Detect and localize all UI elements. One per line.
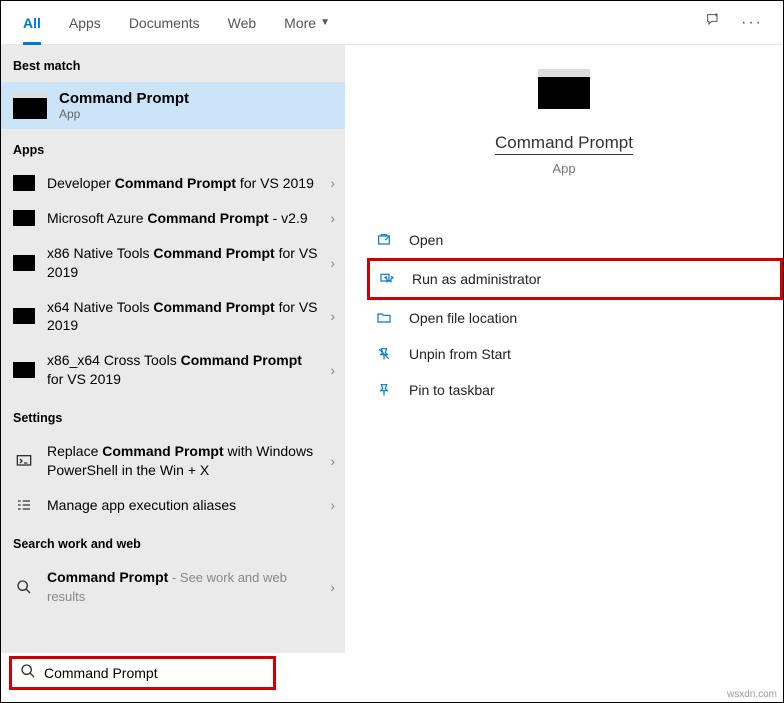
chevron-right-icon[interactable]: › — [330, 210, 335, 226]
app-result[interactable]: Microsoft Azure Command Prompt - v2.9 › — [1, 201, 345, 236]
action-run-admin[interactable]: Run as administrator — [367, 258, 783, 300]
result-label: x64 Native Tools Command Prompt for VS 2… — [47, 298, 318, 336]
terminal-icon — [13, 453, 35, 469]
action-unpin-start[interactable]: Unpin from Start — [367, 336, 783, 372]
chevron-right-icon[interactable]: › — [330, 453, 335, 469]
tab-documents[interactable]: Documents — [115, 1, 214, 45]
pin-icon — [375, 381, 393, 399]
search-input[interactable] — [44, 665, 265, 681]
result-label: Manage app execution aliases — [47, 496, 318, 515]
tab-apps[interactable]: Apps — [55, 1, 115, 45]
best-match-title: Command Prompt — [59, 90, 189, 107]
tab-more[interactable]: More▼ — [270, 1, 344, 45]
app-result[interactable]: x86_x64 Cross Tools Command Prompt for V… — [1, 343, 345, 397]
best-match-subtitle: App — [59, 107, 189, 121]
action-label: Open — [409, 232, 443, 248]
action-open[interactable]: Open — [367, 222, 783, 258]
cmd-icon — [13, 93, 47, 119]
section-best-match: Best match — [1, 45, 345, 82]
actions-list: Open Run as administrator Open file loca… — [367, 222, 783, 408]
feedback-icon[interactable] — [705, 12, 721, 33]
search-box[interactable] — [9, 656, 276, 690]
folder-icon — [375, 309, 393, 327]
chevron-right-icon[interactable]: › — [330, 255, 335, 271]
app-result[interactable]: Developer Command Prompt for VS 2019 › — [1, 166, 345, 201]
tab-web[interactable]: Web — [214, 1, 271, 45]
cmd-icon — [13, 210, 35, 226]
more-options-icon[interactable]: ··· — [741, 14, 763, 32]
search-icon — [13, 579, 35, 595]
results-panel: Best match Command Prompt App Apps Devel… — [1, 45, 345, 653]
shield-icon — [378, 270, 396, 288]
chevron-right-icon[interactable]: › — [330, 308, 335, 324]
chevron-right-icon[interactable]: › — [330, 175, 335, 191]
settings-result[interactable]: Manage app execution aliases › — [1, 488, 345, 523]
preview-app-icon — [538, 69, 590, 109]
result-label: Developer Command Prompt for VS 2019 — [47, 174, 318, 193]
result-label: Command Prompt - See work and web result… — [47, 568, 318, 606]
aliases-icon — [13, 497, 35, 513]
best-match-item[interactable]: Command Prompt App — [1, 82, 345, 129]
chevron-down-icon: ▼ — [320, 17, 330, 28]
result-label: x86 Native Tools Command Prompt for VS 2… — [47, 244, 318, 282]
app-result[interactable]: x86 Native Tools Command Prompt for VS 2… — [1, 236, 345, 290]
section-apps: Apps — [1, 129, 345, 166]
action-label: Pin to taskbar — [409, 382, 495, 398]
preview-app-name[interactable]: Command Prompt — [345, 133, 783, 153]
section-settings: Settings — [1, 397, 345, 434]
cmd-icon — [13, 362, 35, 378]
unpin-icon — [375, 345, 393, 363]
action-label: Unpin from Start — [409, 346, 511, 362]
preview-app-type: App — [345, 161, 783, 176]
app-result[interactable]: x64 Native Tools Command Prompt for VS 2… — [1, 290, 345, 344]
action-open-location[interactable]: Open file location — [367, 300, 783, 336]
result-label: x86_x64 Cross Tools Command Prompt for V… — [47, 351, 318, 389]
cmd-icon — [13, 255, 35, 271]
result-label: Replace Command Prompt with Windows Powe… — [47, 442, 318, 480]
preview-panel: Command Prompt App Open Run as administr… — [345, 45, 783, 653]
settings-result[interactable]: Replace Command Prompt with Windows Powe… — [1, 434, 345, 488]
section-search-web: Search work and web — [1, 523, 345, 560]
action-pin-taskbar[interactable]: Pin to taskbar — [367, 372, 783, 408]
chevron-right-icon[interactable]: › — [330, 362, 335, 378]
search-icon — [20, 663, 36, 684]
cmd-icon — [13, 308, 35, 324]
open-icon — [375, 231, 393, 249]
tab-all[interactable]: All — [9, 1, 55, 45]
action-label: Open file location — [409, 310, 517, 326]
cmd-icon — [13, 175, 35, 191]
filter-tabs: All Apps Documents Web More▼ ··· — [1, 1, 783, 45]
chevron-right-icon[interactable]: › — [330, 497, 335, 513]
watermark: wsxdn.com — [727, 689, 777, 700]
result-label: Microsoft Azure Command Prompt - v2.9 — [47, 209, 318, 228]
chevron-right-icon[interactable]: › — [330, 579, 335, 595]
action-label: Run as administrator — [412, 271, 541, 287]
web-result[interactable]: Command Prompt - See work and web result… — [1, 560, 345, 614]
